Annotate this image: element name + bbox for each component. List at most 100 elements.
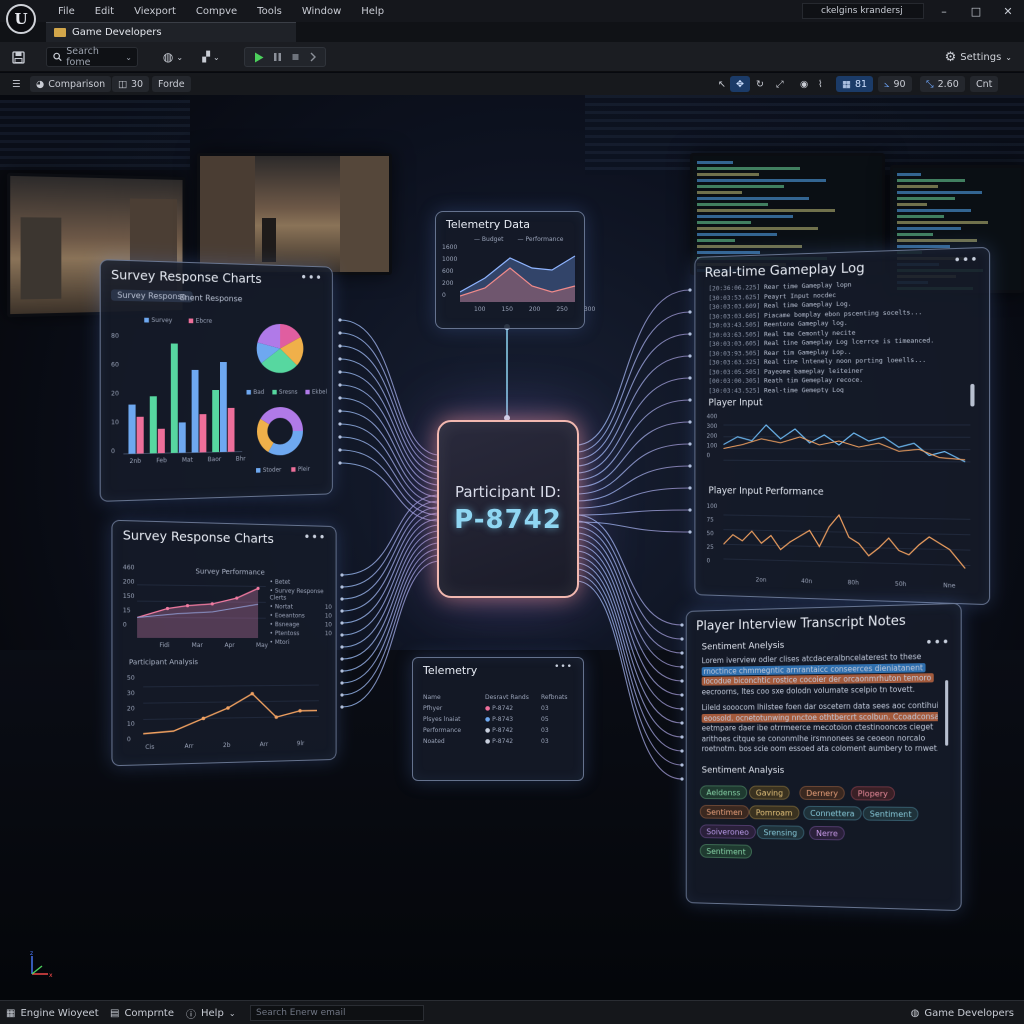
participant-analysis-line-chart <box>143 673 319 738</box>
y-tick: 0 <box>122 621 127 629</box>
rotate-tool-icon[interactable]: ↻ <box>750 76 770 92</box>
y-tick: 200 <box>706 432 718 440</box>
log-scrollbar[interactable] <box>970 383 975 407</box>
more-options-icon[interactable]: ••• <box>300 271 322 285</box>
menu-edit[interactable]: Edit <box>85 6 124 17</box>
grid-snap-button[interactable]: ▦ 81 <box>836 76 874 92</box>
panel-title: Player Interview Transcript Notes <box>696 613 906 635</box>
window-blinds-left <box>0 100 190 170</box>
more-options-icon[interactable]: ••• <box>925 635 950 650</box>
help-label: Help <box>201 1007 224 1019</box>
x-tick: 300 <box>583 306 596 313</box>
build-button[interactable]: ▞ ⌄ <box>196 47 226 67</box>
x-tick: Bhr <box>235 455 246 463</box>
y-tick: 0 <box>706 557 711 565</box>
compute-button[interactable]: ▤ Comprnte <box>110 1005 174 1021</box>
log-message: Real-time Gemepty Log <box>763 385 844 394</box>
add-actor-button[interactable]: ◍ ⌄ <box>158 47 188 67</box>
surface-snap-icon[interactable]: ⌇ <box>812 76 829 92</box>
tab-game-developers[interactable]: Game Developers <box>46 22 296 42</box>
forde-button[interactable]: Forde <box>152 76 191 92</box>
minimize-button[interactable]: – <box>928 0 960 22</box>
move-tool-icon[interactable]: ✥ <box>730 76 750 92</box>
sentiment-tag[interactable]: Pomroam <box>749 805 800 820</box>
more-options-icon[interactable]: ••• <box>304 530 327 544</box>
select-tool-icon[interactable]: ↖ <box>712 76 732 92</box>
log-timestamp: [30:03:03.605] <box>708 339 761 349</box>
settings-label: Settings <box>960 51 1002 63</box>
maximize-button[interactable]: □ <box>960 0 992 22</box>
player-input-performance-line-chart <box>723 505 970 581</box>
close-button[interactable]: ✕ <box>992 0 1024 22</box>
sentiment-tag[interactable]: Sentiment <box>699 843 753 859</box>
engine-widget-button[interactable]: ▦ Engine Wioyeet <box>6 1005 99 1021</box>
camera-speed-button[interactable]: Cnt <box>970 76 999 92</box>
save-icon[interactable] <box>8 47 28 67</box>
log-timestamp: [00:03:00.305] <box>708 376 761 386</box>
telemetry-table-panel[interactable]: Telemetry ••• Name Desravt Rands Refbnat… <box>412 657 584 781</box>
chevron-right-icon[interactable] <box>309 52 317 62</box>
content-search-input[interactable]: Search fome ⌄ <box>46 46 138 68</box>
survey-response-panel-top[interactable]: Survey Response Charts ••• Survey Respon… <box>99 259 333 502</box>
chevron-down-icon: ⌄ <box>213 52 220 62</box>
help-dropdown[interactable]: ⓘ Help ⌄ <box>186 1005 236 1021</box>
more-options-icon[interactable]: ••• <box>954 252 979 267</box>
panel-title: Telemetry <box>423 664 478 677</box>
scale-snap-button[interactable]: ⤡ 2.60 <box>920 76 965 92</box>
status-bar: ▦ Engine Wioyeet ▤ Comprnte ⓘ Help ⌄ Sea… <box>0 1000 1024 1024</box>
sentiment-tag[interactable]: Srensing <box>756 825 805 840</box>
menu-help[interactable]: Help <box>351 6 394 17</box>
game-developers-status[interactable]: ◍ Game Developers <box>911 1005 1014 1021</box>
engine-logo-icon[interactable]: U <box>6 4 36 34</box>
legend-stoder: ■ Stoder <box>255 466 282 475</box>
status-search-input[interactable]: Search Enerw email <box>250 1005 424 1021</box>
comparison-button[interactable]: ◕ Comparison <box>30 76 112 92</box>
y-tick: 20 <box>111 390 119 398</box>
sentiment-tag[interactable]: Aeldenss <box>699 785 748 800</box>
user-account-field[interactable]: ckelgins krandersj <box>802 3 924 19</box>
legend-performance: — Performance <box>517 236 564 243</box>
sentiment-tag[interactable]: Plopery <box>850 786 895 801</box>
sentiment-tag[interactable]: Sentiment <box>862 806 919 822</box>
transcript-scrollbar[interactable] <box>945 680 949 746</box>
sentiment-tag[interactable]: Gaving <box>749 785 790 800</box>
settings-button[interactable]: ⚙ Settings ⌄ <box>945 47 1012 67</box>
menu-file[interactable]: File <box>48 6 85 17</box>
sentiment-tag[interactable]: Soiveroneo <box>699 824 756 839</box>
x-tick: Mat <box>181 456 193 464</box>
sentiment-tag[interactable]: Sentimen <box>699 804 750 820</box>
gameplay-log-panel[interactable]: Real-time Gameplay Log ••• [20:36:06.225… <box>694 246 991 606</box>
level-viewport[interactable]: Survey Response Charts ••• Survey Respon… <box>0 95 1024 1000</box>
table-cell: Noated <box>423 738 445 745</box>
pause-icon[interactable] <box>273 52 282 62</box>
play-icon[interactable] <box>254 52 264 63</box>
y-tick: 60 <box>111 361 119 369</box>
participant-id-node[interactable]: Participant ID: P-8742 <box>437 420 579 598</box>
menu-viewport[interactable]: Viexport <box>124 6 186 17</box>
tab-enent-response[interactable]: Enent Response <box>180 293 243 303</box>
telemetry-data-panel[interactable]: Telemetry Data — Budget — Performance 16… <box>435 211 595 329</box>
view-mode-button[interactable]: ◫ 30 <box>112 76 150 92</box>
stop-icon[interactable] <box>291 52 300 62</box>
legend-ebcre: ■ Ebcre <box>188 317 213 325</box>
rotation-snap-value: 90 <box>893 78 906 90</box>
sentiment-tag[interactable]: Dernery <box>799 785 845 801</box>
sentiment-tag[interactable]: Connettera <box>803 805 862 821</box>
interview-notes-panel[interactable]: Player Interview Transcript Notes ••• Se… <box>685 602 962 912</box>
menu-window[interactable]: Window <box>292 6 351 17</box>
menu-compose[interactable]: Compve <box>186 6 247 17</box>
menu-tools[interactable]: Tools <box>247 6 292 17</box>
panel-title: Telemetry Data <box>446 218 531 231</box>
log-timestamp: [20:36:06.225] <box>708 283 761 293</box>
sentiment-tag[interactable]: Nerre <box>809 825 845 841</box>
scale-tool-icon[interactable]: ⤢ <box>770 76 790 92</box>
gameplay-log-list: [20:36:06.225] Rear time Gameplay lopn [3… <box>708 278 960 394</box>
more-options-icon[interactable]: ••• <box>554 662 573 672</box>
survey-response-panel-bottom[interactable]: Survey Response Charts ••• Survey Perfor… <box>111 519 337 767</box>
log-entry: [30:03:43.525] Real-time Gemepty Log <box>708 385 960 394</box>
hamburger-menu-icon[interactable]: ☰ <box>6 76 27 92</box>
rotation-snap-button[interactable]: ⦣ 90 <box>878 76 912 92</box>
log-timestamp: [30:03:53.625] <box>708 292 761 302</box>
x-tick: 100 <box>474 306 486 313</box>
menu-bar: U File Edit Viexport Compve Tools Window… <box>0 0 1024 34</box>
